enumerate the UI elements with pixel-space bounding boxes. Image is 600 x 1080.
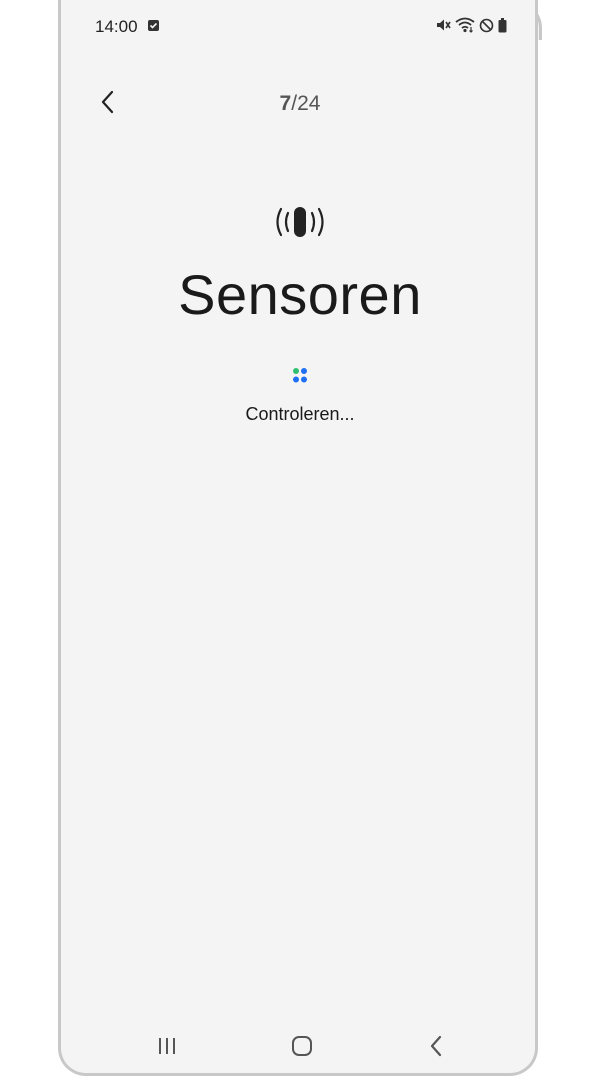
checkbox-notification-icon bbox=[148, 20, 159, 31]
status-bar: 14:00 bbox=[61, 0, 539, 54]
phone-frame bbox=[58, 0, 538, 1076]
status-text: Controleren... bbox=[245, 404, 355, 424]
page-title: Sensoren bbox=[178, 263, 422, 326]
recents-icon bbox=[156, 1036, 178, 1061]
mute-icon bbox=[435, 17, 451, 38]
battery-icon bbox=[498, 17, 507, 38]
status-icons bbox=[435, 17, 507, 38]
total-pages: /24 bbox=[291, 92, 321, 115]
nav-back-button[interactable] bbox=[421, 1034, 453, 1062]
wifi-icon bbox=[455, 17, 475, 38]
home-button[interactable] bbox=[286, 1034, 318, 1062]
vibration-sensor-icon bbox=[268, 203, 332, 241]
current-page: 7 bbox=[279, 92, 292, 115]
page-counter: 7/24 bbox=[0, 92, 600, 116]
back-icon bbox=[429, 1035, 445, 1062]
home-icon bbox=[290, 1034, 314, 1063]
loading-spinner bbox=[290, 366, 310, 386]
navigation-bar bbox=[61, 1020, 539, 1076]
recents-button[interactable] bbox=[151, 1034, 183, 1062]
status-time: 14:00 bbox=[95, 17, 138, 36]
do-not-disturb-icon bbox=[479, 18, 494, 38]
